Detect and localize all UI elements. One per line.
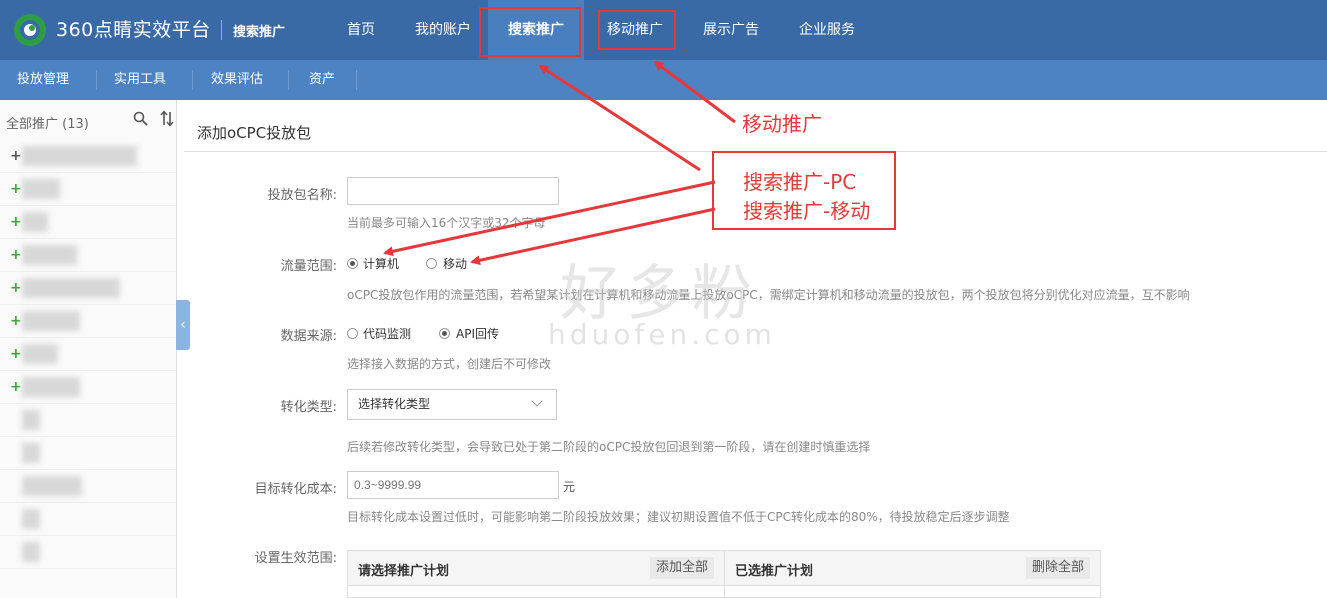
- expand-icon[interactable]: +: [10, 181, 22, 197]
- brand-name: 360点睛实效平台: [56, 19, 211, 41]
- blurred-campaign-name: [22, 476, 82, 496]
- blurred-campaign-name: [22, 443, 40, 463]
- radio-code-tracking[interactable]: [347, 328, 358, 339]
- sidebar-item[interactable]: [0, 404, 176, 437]
- sidebar-collapse-toggle[interactable]: ‹: [176, 300, 190, 350]
- radio-mobile-label[interactable]: 移动: [443, 255, 467, 272]
- target-cost-input[interactable]: [347, 471, 559, 499]
- sidebar-item[interactable]: +: [0, 140, 176, 173]
- annotation-mobile: 移动推广: [742, 112, 822, 136]
- sidebar-item[interactable]: +: [0, 338, 176, 371]
- available-campaigns-panel: 请选择推广计划 添加全部: [347, 550, 725, 598]
- subnav-divider: [96, 70, 97, 90]
- remove-all-button[interactable]: 删除全部: [1025, 557, 1090, 579]
- target-cost-hint: 目标转化成本设置过低时，可能影响第二阶段投放效果；建议初期设置值不低于CPC转化…: [347, 510, 1010, 524]
- sidebar-item[interactable]: +: [0, 371, 176, 404]
- add-all-button[interactable]: 添加全部: [649, 557, 714, 579]
- sub-nav-bar: [0, 60, 1327, 100]
- subnav-tools[interactable]: 实用工具: [114, 60, 166, 100]
- blurred-campaign-name: [22, 146, 137, 166]
- subnav-assets[interactable]: 资产: [309, 60, 335, 100]
- sidebar-item[interactable]: [0, 470, 176, 503]
- expand-icon[interactable]: +: [10, 280, 22, 296]
- nav-display-ads[interactable]: 展示广告: [703, 0, 759, 60]
- target-cost-unit: 元: [563, 480, 576, 494]
- logo-icon: [14, 14, 46, 46]
- subnav-divider: [356, 70, 357, 90]
- subnav-delivery-management[interactable]: 投放管理: [17, 60, 69, 100]
- chevron-left-icon: ‹: [180, 317, 186, 333]
- blurred-campaign-name: [22, 410, 40, 430]
- expand-icon[interactable]: +: [10, 313, 22, 329]
- radio-code-tracking-label[interactable]: 代码监测: [363, 325, 411, 342]
- expand-icon[interactable]: +: [10, 247, 22, 263]
- sidebar-item[interactable]: [0, 437, 176, 470]
- blurred-campaign-name: [22, 311, 80, 331]
- scope-label: 设置生效范围:: [254, 551, 337, 566]
- blurred-campaign-name: [22, 344, 58, 364]
- subnav-divider: [192, 70, 193, 90]
- sort-icon[interactable]: [160, 110, 174, 127]
- brand-divider: [221, 20, 222, 40]
- expand-icon[interactable]: +: [10, 346, 22, 362]
- traffic-scope-hint: oCPC投放包作用的流量范围，若希望某计划在计算机和移动流量上投放oCPC，需绑…: [347, 288, 1190, 302]
- selected-campaigns-panel: 已选推广计划 删除全部: [724, 550, 1101, 598]
- package-name-hint: 当前最多可输入16个汉字或32个字母: [347, 216, 546, 230]
- sidebar-item[interactable]: +: [0, 272, 176, 305]
- selected-campaigns-title: 已选推广计划: [735, 564, 814, 579]
- blurred-campaign-name: [22, 542, 40, 562]
- expand-icon[interactable]: +: [10, 214, 22, 230]
- nav-my-account[interactable]: 我的账户: [415, 0, 471, 60]
- expand-icon[interactable]: +: [10, 379, 22, 395]
- sidebar-item[interactable]: +: [0, 239, 176, 272]
- sidebar-item[interactable]: +: [0, 305, 176, 338]
- nav-enterprise-service[interactable]: 企业服务: [799, 0, 855, 60]
- blurred-campaign-name: [22, 278, 120, 298]
- panel-header: 请选择推广计划 添加全部: [348, 551, 724, 586]
- subnav-divider: [288, 70, 289, 90]
- blurred-campaign-name: [22, 245, 77, 265]
- conversion-type-hint: 后续若修改转化类型，会导致已处于第二阶段的oCPC投放包回退到第一阶段，请在创建…: [347, 440, 871, 454]
- expand-icon[interactable]: +: [10, 148, 22, 164]
- package-name-input[interactable]: [347, 177, 559, 205]
- target-cost-label: 目标转化成本:: [254, 482, 337, 497]
- radio-computer[interactable]: [347, 258, 358, 269]
- data-source-label: 数据来源:: [280, 329, 337, 344]
- conversion-type-select[interactable]: 选择转化类型: [347, 389, 557, 420]
- available-campaigns-title: 请选择推广计划: [358, 564, 450, 579]
- highlight-search-nav: [479, 7, 581, 57]
- data-source-hint: 选择接入数据的方式，创建后不可修改: [347, 357, 552, 371]
- subnav-evaluation[interactable]: 效果评估: [211, 60, 263, 100]
- annotation-search-mobile: 搜索推广-移动: [743, 199, 871, 223]
- radio-api-callback[interactable]: [439, 328, 450, 339]
- page-title: 添加oCPC投放包: [197, 124, 312, 142]
- product-name: 搜索推广: [233, 25, 286, 40]
- highlight-mobile-nav: [598, 10, 676, 50]
- panel-header: 已选推广计划 删除全部: [725, 551, 1100, 586]
- sidebar-title: 全部推广 (13): [6, 117, 89, 132]
- radio-mobile[interactable]: [426, 258, 437, 269]
- conversion-type-label: 转化类型:: [280, 400, 337, 415]
- sidebar-item[interactable]: [0, 536, 176, 569]
- blurred-campaign-name: [22, 377, 80, 397]
- annotation-search-pc: 搜索推广-PC: [743, 170, 857, 194]
- watermark-url: hduofen.com: [548, 318, 776, 351]
- sidebar-item[interactable]: +: [0, 173, 176, 206]
- sidebar-item[interactable]: +: [0, 206, 176, 239]
- radio-computer-label[interactable]: 计算机: [363, 255, 399, 272]
- blurred-campaign-name: [22, 179, 60, 199]
- search-icon[interactable]: [133, 111, 148, 126]
- radio-api-callback-label[interactable]: API回传: [456, 325, 499, 342]
- sidebar-item[interactable]: [0, 503, 176, 536]
- blurred-campaign-name: [22, 509, 40, 529]
- nav-home[interactable]: 首页: [347, 0, 375, 60]
- blurred-campaign-name: [22, 212, 48, 232]
- package-name-label: 投放包名称:: [267, 188, 337, 203]
- traffic-scope-label: 流量范围:: [280, 259, 337, 274]
